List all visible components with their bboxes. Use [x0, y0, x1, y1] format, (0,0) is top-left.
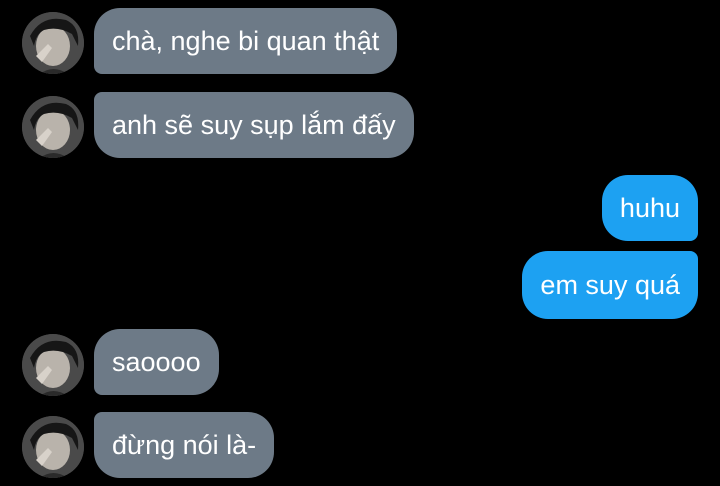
message-bubble-incoming[interactable]: saoooo: [94, 329, 219, 395]
sender-avatar-icon[interactable]: [22, 416, 84, 478]
message-text: saoooo: [112, 347, 201, 377]
message-bubble-outgoing[interactable]: em suy quá: [522, 251, 698, 319]
message-bubble-incoming[interactable]: anh sẽ suy sụp lắm đấy: [94, 92, 414, 158]
message-text: em suy quá: [540, 270, 680, 300]
message-text: huhu: [619, 193, 680, 223]
message-bubble-incoming[interactable]: đừng nói là-: [94, 412, 275, 478]
message-text: đừng nói là-: [112, 430, 257, 460]
sender-avatar-icon[interactable]: [22, 12, 84, 74]
message-text: anh sẽ suy sụp lắm đấy: [112, 110, 396, 140]
message-text: chà, nghe bi quan thật: [112, 26, 380, 56]
sender-avatar-icon[interactable]: [22, 334, 84, 396]
sender-avatar-icon[interactable]: [22, 96, 84, 158]
message-bubble-outgoing[interactable]: huhu: [601, 175, 698, 241]
message-bubble-incoming[interactable]: chà, nghe bi quan thật: [94, 8, 398, 74]
